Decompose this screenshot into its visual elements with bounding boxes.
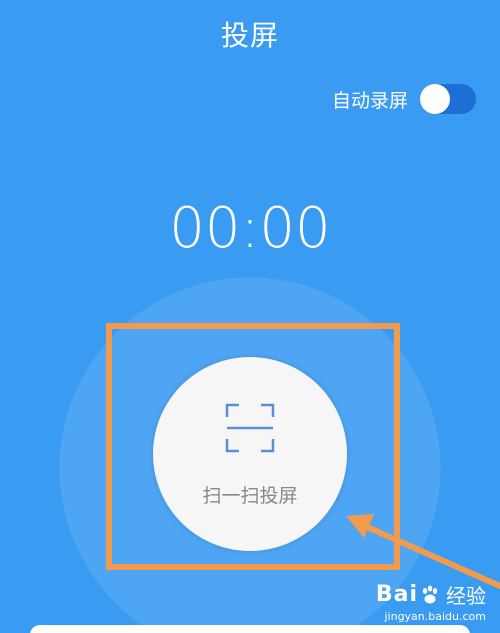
auto-record-setting: 自动录屏 <box>332 84 476 114</box>
bottom-panel-edge <box>30 625 470 633</box>
watermark-brand: Bai <box>375 582 418 607</box>
auto-record-toggle[interactable] <box>420 84 476 114</box>
baidu-jingyan-watermark: Bai 经验 jingyan.baidu.com <box>376 580 486 623</box>
page-title: 投屏 <box>220 19 279 52</box>
watermark-url: jingyan.baidu.com <box>384 610 486 623</box>
screen: 投屏 自动录屏 00:00 扫一扫投屏 Bai 经验 jingyan.baidu… <box>0 0 500 633</box>
watermark-service: 经验 <box>446 584 486 608</box>
timer-display: 00:00 <box>169 196 331 261</box>
auto-record-label: 自动录屏 <box>331 89 408 112</box>
paw-logo-icon <box>422 585 438 603</box>
toggle-knob[interactable] <box>420 84 450 114</box>
